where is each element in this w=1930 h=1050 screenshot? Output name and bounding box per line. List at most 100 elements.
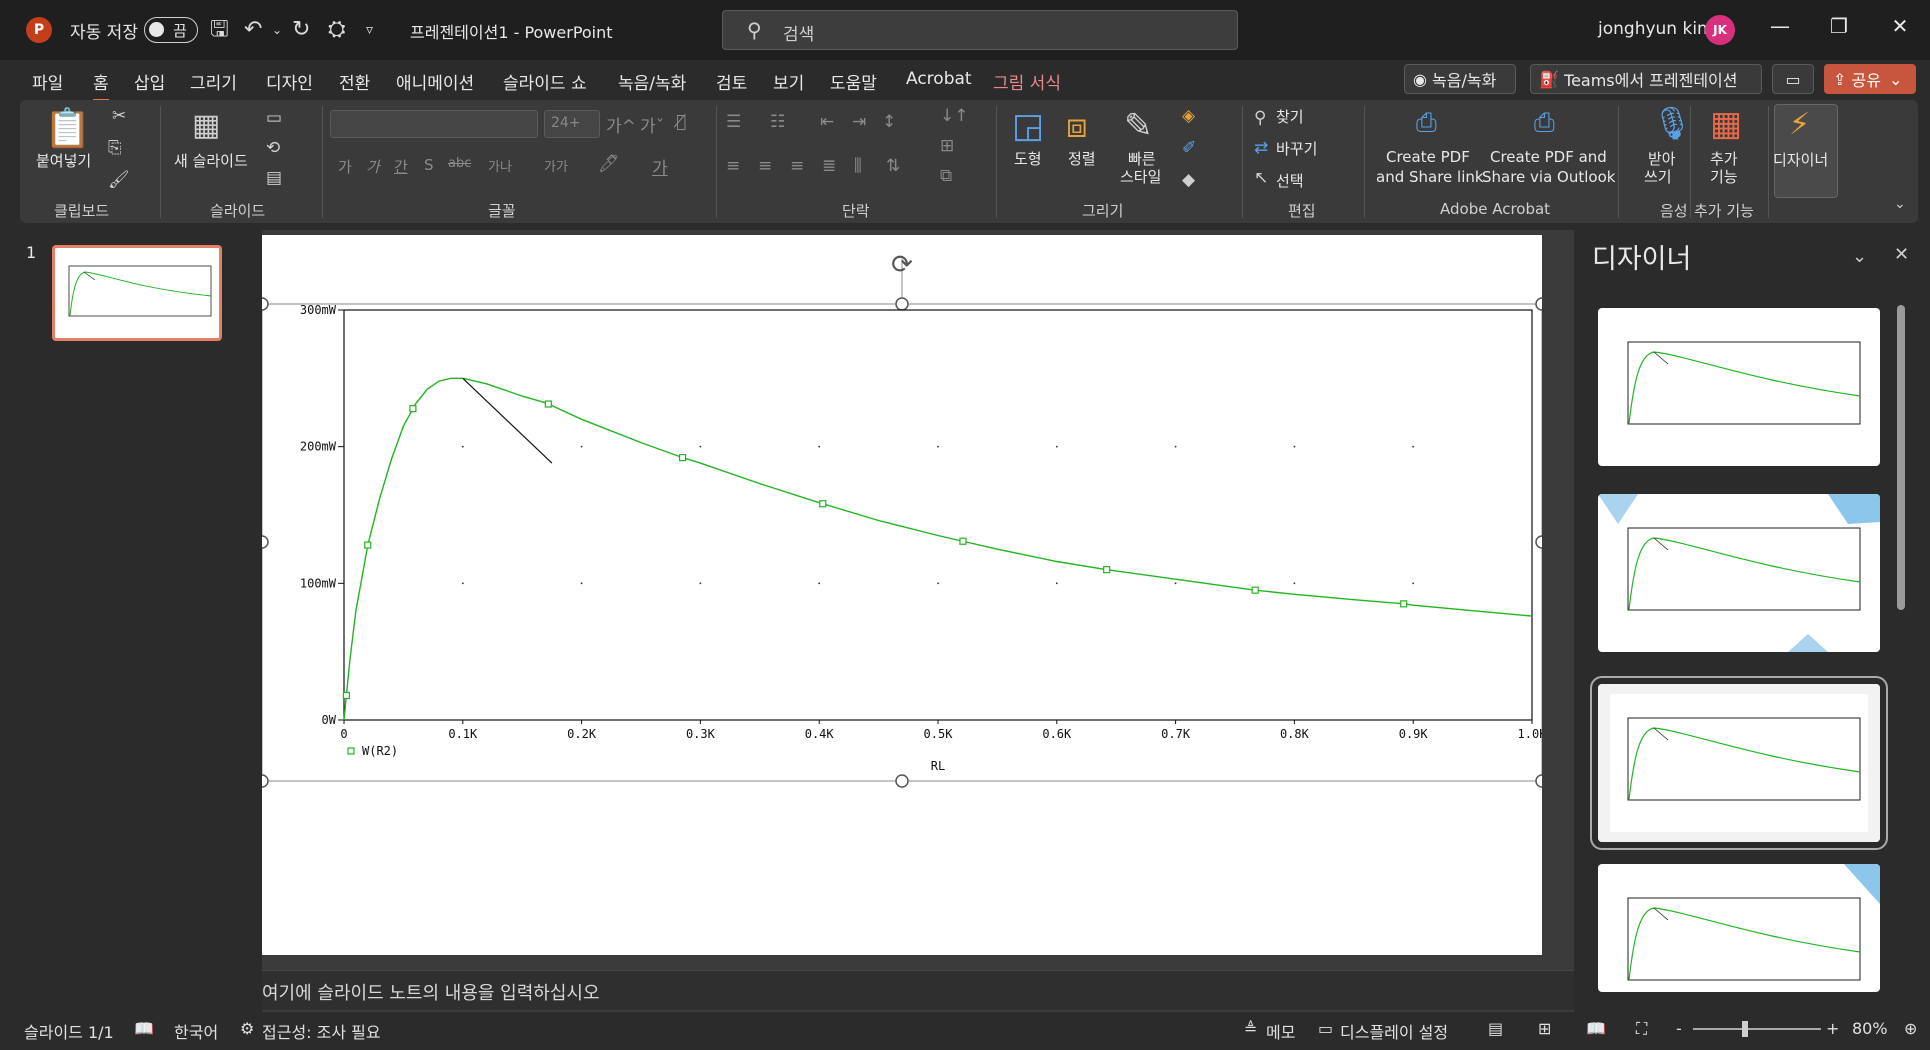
shapes-icon[interactable]: ◲: [1012, 106, 1044, 146]
sort-icon[interactable]: ↓↑: [940, 106, 969, 126]
collapse-ribbon-icon[interactable]: ⌄: [1894, 196, 1906, 212]
shapes-button[interactable]: 도형: [1014, 150, 1042, 169]
autosave-toggle[interactable]: 끔: [144, 17, 198, 43]
notes-placeholder[interactable]: 여기에 슬라이드 노트의 내용을 입력하십시오: [262, 979, 600, 1005]
zoom-slider[interactable]: [1693, 1028, 1821, 1030]
tab-picture-format[interactable]: 그림 서식: [993, 69, 1061, 94]
shape-fill-icon[interactable]: ◈: [1182, 106, 1195, 126]
design-idea-1[interactable]: [1598, 308, 1880, 466]
tab-help[interactable]: 도움말: [830, 69, 877, 94]
new-slide-icon[interactable]: ▦: [192, 108, 220, 143]
replace-button[interactable]: 바꾸기: [1276, 140, 1317, 159]
spelling-icon[interactable]: 📖: [134, 1019, 154, 1038]
justify-icon[interactable]: ≣: [822, 156, 836, 176]
resize-handle[interactable]: [1535, 535, 1549, 549]
tab-insert[interactable]: 삽입: [134, 69, 165, 94]
new-slide-button[interactable]: 새 슬라이드: [174, 152, 248, 171]
zoom-in-button[interactable]: +: [1826, 1019, 1839, 1038]
font-family-select[interactable]: [330, 110, 538, 138]
resize-handle[interactable]: [255, 774, 269, 788]
create-pdf-outlook-1[interactable]: Create PDF and: [1490, 148, 1607, 167]
slide-sorter-icon[interactable]: ⊞: [1538, 1019, 1551, 1038]
addins-label-1[interactable]: 추가: [1710, 150, 1738, 169]
replace-icon[interactable]: ⇄: [1254, 138, 1268, 158]
close-icon[interactable]: ✕: [1880, 14, 1920, 38]
tab-design[interactable]: 디자인: [266, 69, 313, 94]
comments-button[interactable]: ▭: [1772, 64, 1814, 94]
shrink-font-icon[interactable]: 가ˇ: [640, 112, 664, 137]
numbering-icon[interactable]: ☷: [770, 112, 785, 132]
font-size-select[interactable]: 24+: [544, 110, 600, 138]
dictate-label-1[interactable]: 받아: [1648, 150, 1676, 169]
smartart-icon[interactable]: ⧉: [940, 166, 952, 186]
zoom-level[interactable]: 80%: [1852, 1019, 1888, 1038]
tab-home[interactable]: 홈: [93, 69, 109, 102]
paste-button[interactable]: 붙여넣기: [36, 152, 91, 171]
present-from-start-icon[interactable]: ⛭: [328, 16, 346, 44]
resize-handle[interactable]: [1535, 774, 1549, 788]
tab-file[interactable]: 파일: [32, 69, 63, 94]
line-spacing-icon[interactable]: ↕: [882, 112, 896, 132]
format-painter-icon[interactable]: 🖌: [108, 170, 130, 190]
normal-view-icon[interactable]: ▤: [1488, 1019, 1503, 1038]
arrange-button[interactable]: 정렬: [1068, 150, 1096, 169]
copy-icon[interactable]: ⎘: [108, 138, 122, 158]
slideshow-view-icon[interactable]: ⛶: [1636, 1019, 1647, 1039]
columns-icon[interactable]: ⫼: [854, 156, 862, 176]
restore-icon[interactable]: ❐: [1819, 14, 1859, 38]
change-case-icon[interactable]: 가가: [544, 156, 568, 175]
text-direction-icon[interactable]: ⇅: [886, 156, 900, 176]
reset-icon[interactable]: ⟲: [266, 138, 280, 158]
designer-scroll-thumb[interactable]: [1897, 305, 1905, 610]
close-pane-icon[interactable]: ✕: [1894, 244, 1909, 265]
find-button[interactable]: 찾기: [1276, 108, 1304, 127]
bullets-icon[interactable]: ☰: [726, 112, 741, 132]
dictate-label-2[interactable]: 쓰기: [1644, 168, 1672, 187]
resize-handle[interactable]: [255, 535, 269, 549]
notes-pane[interactable]: 여기에 슬라이드 노트의 내용을 입력하십시오: [262, 970, 1574, 1010]
create-pdf-outlook-2[interactable]: Share via Outlook: [1482, 168, 1615, 187]
accessibility-icon[interactable]: ⚙: [240, 1019, 254, 1038]
save-icon[interactable]: 🖫: [210, 16, 229, 44]
tab-recording[interactable]: 녹음/녹화: [618, 69, 686, 94]
tab-slideshow[interactable]: 슬라이드 쇼: [503, 69, 587, 94]
minimize-icon[interactable]: —: [1760, 14, 1800, 38]
create-pdf-share-link-1[interactable]: Create PDF: [1386, 148, 1470, 167]
design-idea-3[interactable]: [1590, 676, 1888, 850]
decrease-indent-icon[interactable]: ⇤: [820, 112, 834, 132]
shadow-icon[interactable]: S: [424, 156, 434, 174]
tab-review[interactable]: 검토: [716, 69, 747, 94]
display-settings-button[interactable]: 디스플레이 설정: [1340, 1019, 1448, 1043]
quick-styles-label-1[interactable]: 빠른: [1128, 150, 1156, 169]
design-idea-2[interactable]: [1598, 494, 1880, 652]
shape-effects-icon[interactable]: ◆: [1182, 170, 1195, 190]
avatar[interactable]: JK: [1705, 15, 1735, 45]
find-icon[interactable]: ⚲: [1254, 108, 1266, 128]
undo-dropdown-icon[interactable]: ⌄: [272, 16, 282, 44]
addins-icon[interactable]: ▦: [1710, 104, 1742, 144]
notes-toggle[interactable]: 메모: [1266, 1019, 1295, 1043]
search-box[interactable]: ⚲ 검색: [722, 10, 1238, 50]
clear-format-icon[interactable]: 가̸: [676, 112, 686, 132]
user-name[interactable]: jonghyun kim: [1598, 19, 1714, 39]
language-indicator[interactable]: 한국어: [174, 1019, 218, 1043]
pdf-link-icon[interactable]: ⎙: [1416, 108, 1437, 139]
font-color-icon[interactable]: 가: [652, 154, 668, 179]
bold-icon[interactable]: 가: [338, 156, 352, 177]
zoom-slider-knob[interactable]: [1742, 1021, 1748, 1037]
accessibility-status[interactable]: 접근성: 조사 필요: [262, 1019, 381, 1043]
align-center-icon[interactable]: ≡: [758, 156, 772, 176]
align-text-icon[interactable]: ⊞: [940, 136, 954, 156]
addins-label-2[interactable]: 기능: [1710, 168, 1738, 187]
arrange-icon[interactable]: ⧈: [1066, 106, 1088, 146]
record-button[interactable]: ◉ 녹음/녹화: [1404, 64, 1516, 94]
rotate-handle-icon[interactable]: ⟳: [891, 250, 913, 280]
tab-view[interactable]: 보기: [773, 69, 804, 94]
microphone-icon[interactable]: 🎙: [1652, 104, 1693, 142]
quick-styles-icon[interactable]: ✎: [1124, 106, 1153, 146]
layout-icon[interactable]: ▭: [266, 108, 282, 128]
display-settings-icon[interactable]: ▭: [1318, 1019, 1333, 1038]
customize-qat-icon[interactable]: ▿: [366, 16, 373, 44]
slide-thumbnail[interactable]: [52, 245, 222, 341]
resize-handle[interactable]: [1535, 297, 1549, 311]
